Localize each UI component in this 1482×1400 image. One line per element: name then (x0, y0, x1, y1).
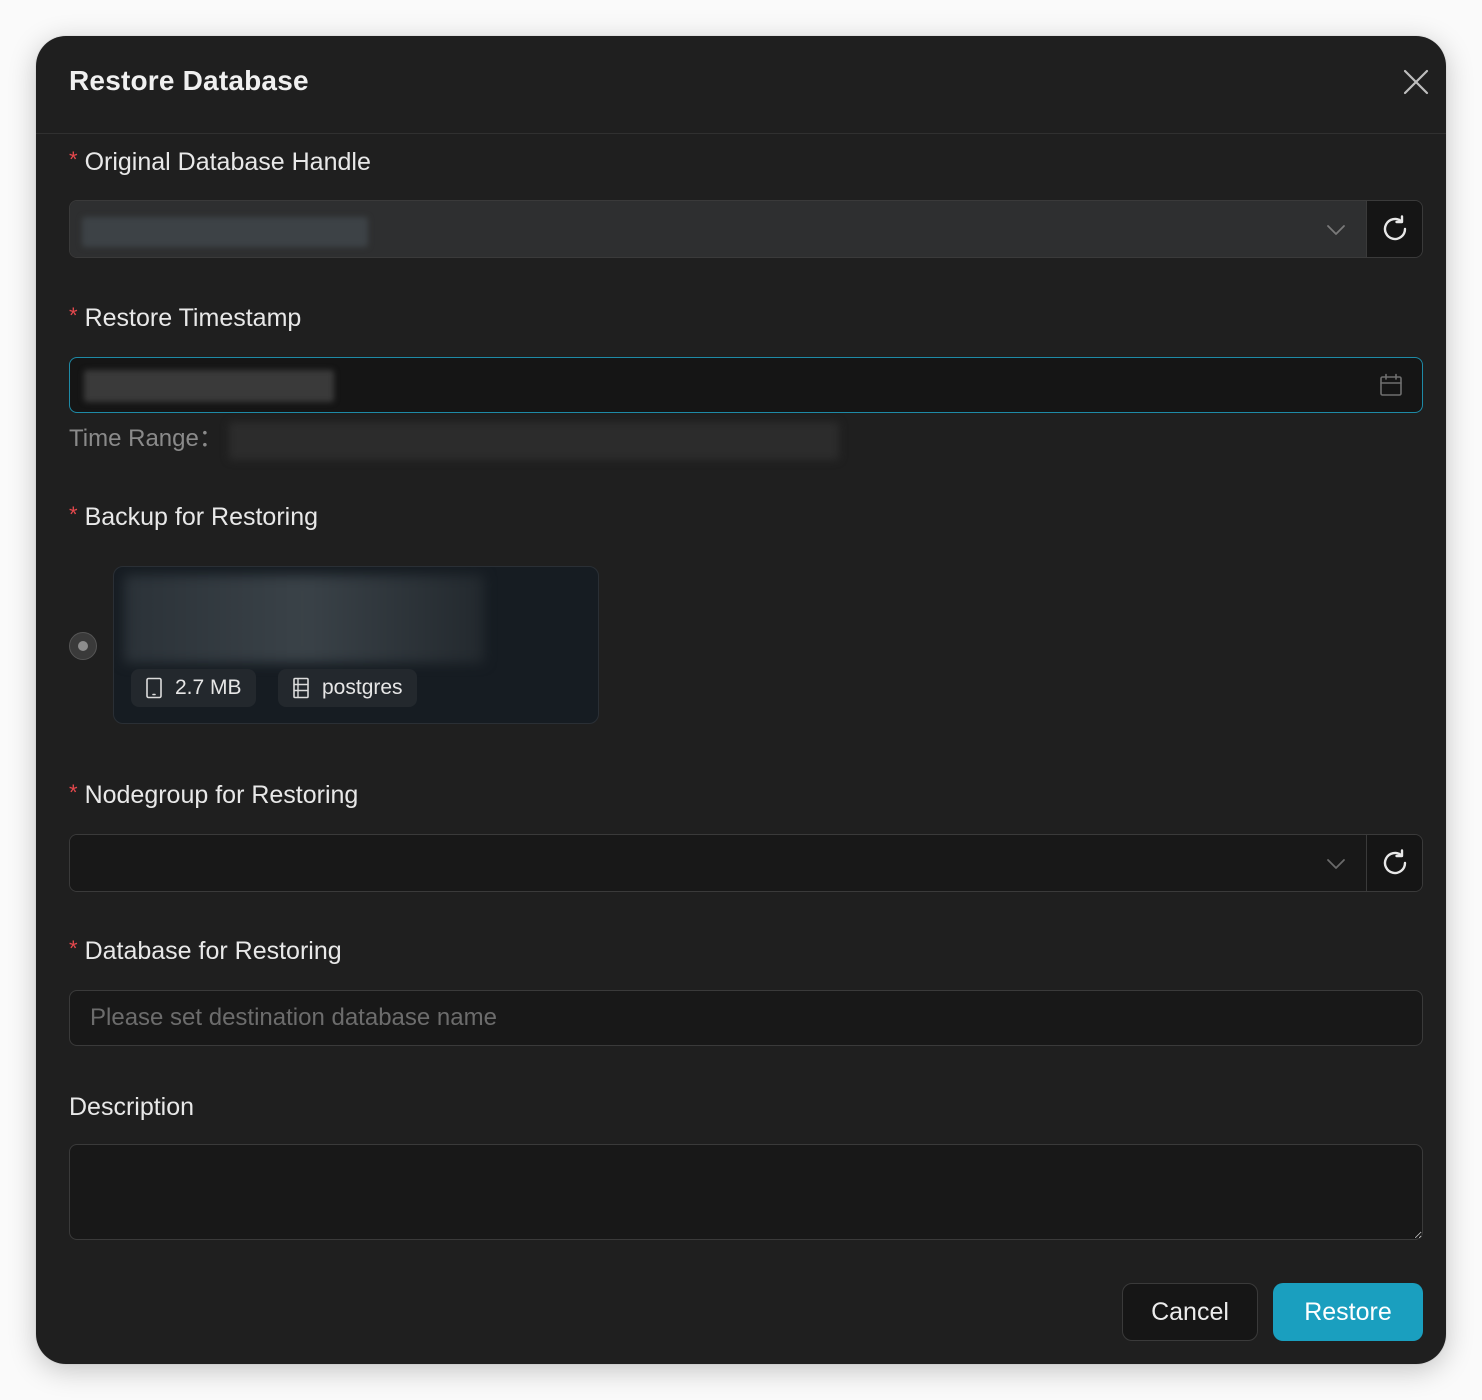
original-handle-field[interactable] (70, 201, 1366, 257)
tablet-icon (146, 677, 162, 699)
redacted-backup-name (124, 575, 484, 663)
dialog-title: Restore Database (69, 65, 309, 96)
restore-button[interactable]: Restore (1273, 1283, 1423, 1341)
cancel-button[interactable]: Cancel (1122, 1283, 1258, 1341)
refresh-handles-button[interactable] (1366, 201, 1422, 257)
backup-label: * Backup for Restoring (69, 502, 319, 531)
backup-radio[interactable] (69, 632, 97, 660)
backup-db-type: postgres (322, 676, 403, 699)
restore-timestamp-label: * Restore Timestamp (69, 303, 302, 332)
time-range-hint: Time Range： (69, 425, 223, 452)
original-handle-select[interactable] (69, 200, 1423, 258)
required-marker: * (69, 936, 78, 961)
database-label: * Database for Restoring (69, 936, 342, 965)
restore-database-dialog: Restore Database * Original Database Hand… (36, 36, 1446, 1364)
backup-db-chip: postgres (278, 669, 417, 707)
backup-size-chip: 2.7 MB (131, 669, 256, 707)
redacted-value (84, 370, 334, 402)
database-name-input[interactable] (69, 990, 1423, 1046)
original-handle-label: * Original Database Handle (69, 147, 371, 176)
nodegroup-field[interactable] (70, 835, 1366, 891)
required-marker: * (69, 780, 78, 805)
refresh-icon (1383, 849, 1407, 875)
description-textarea[interactable] (69, 1144, 1423, 1240)
radio-dot (78, 641, 88, 651)
nodegroup-select[interactable] (69, 834, 1423, 892)
refresh-icon (1383, 215, 1407, 241)
backup-card[interactable]: 2.7 MB postgres (113, 566, 599, 724)
backup-size: 2.7 MB (175, 676, 242, 699)
chevron-down-icon (1327, 859, 1345, 869)
calendar-icon (1380, 373, 1402, 396)
redacted-time-range (229, 422, 839, 460)
required-marker: * (69, 502, 78, 527)
close-button[interactable] (1400, 66, 1432, 98)
refresh-nodegroups-button[interactable] (1366, 835, 1422, 891)
redacted-value (82, 217, 368, 247)
restore-timestamp-picker[interactable] (69, 357, 1423, 413)
description-label: Description (69, 1093, 195, 1121)
nodegroup-label: * Nodegroup for Restoring (69, 780, 359, 809)
chevron-down-icon (1327, 225, 1345, 235)
database-icon (293, 677, 309, 699)
required-marker: * (69, 147, 78, 172)
required-marker: * (69, 303, 78, 328)
dialog-header: Restore Database (36, 36, 1446, 134)
close-icon (1403, 69, 1429, 95)
